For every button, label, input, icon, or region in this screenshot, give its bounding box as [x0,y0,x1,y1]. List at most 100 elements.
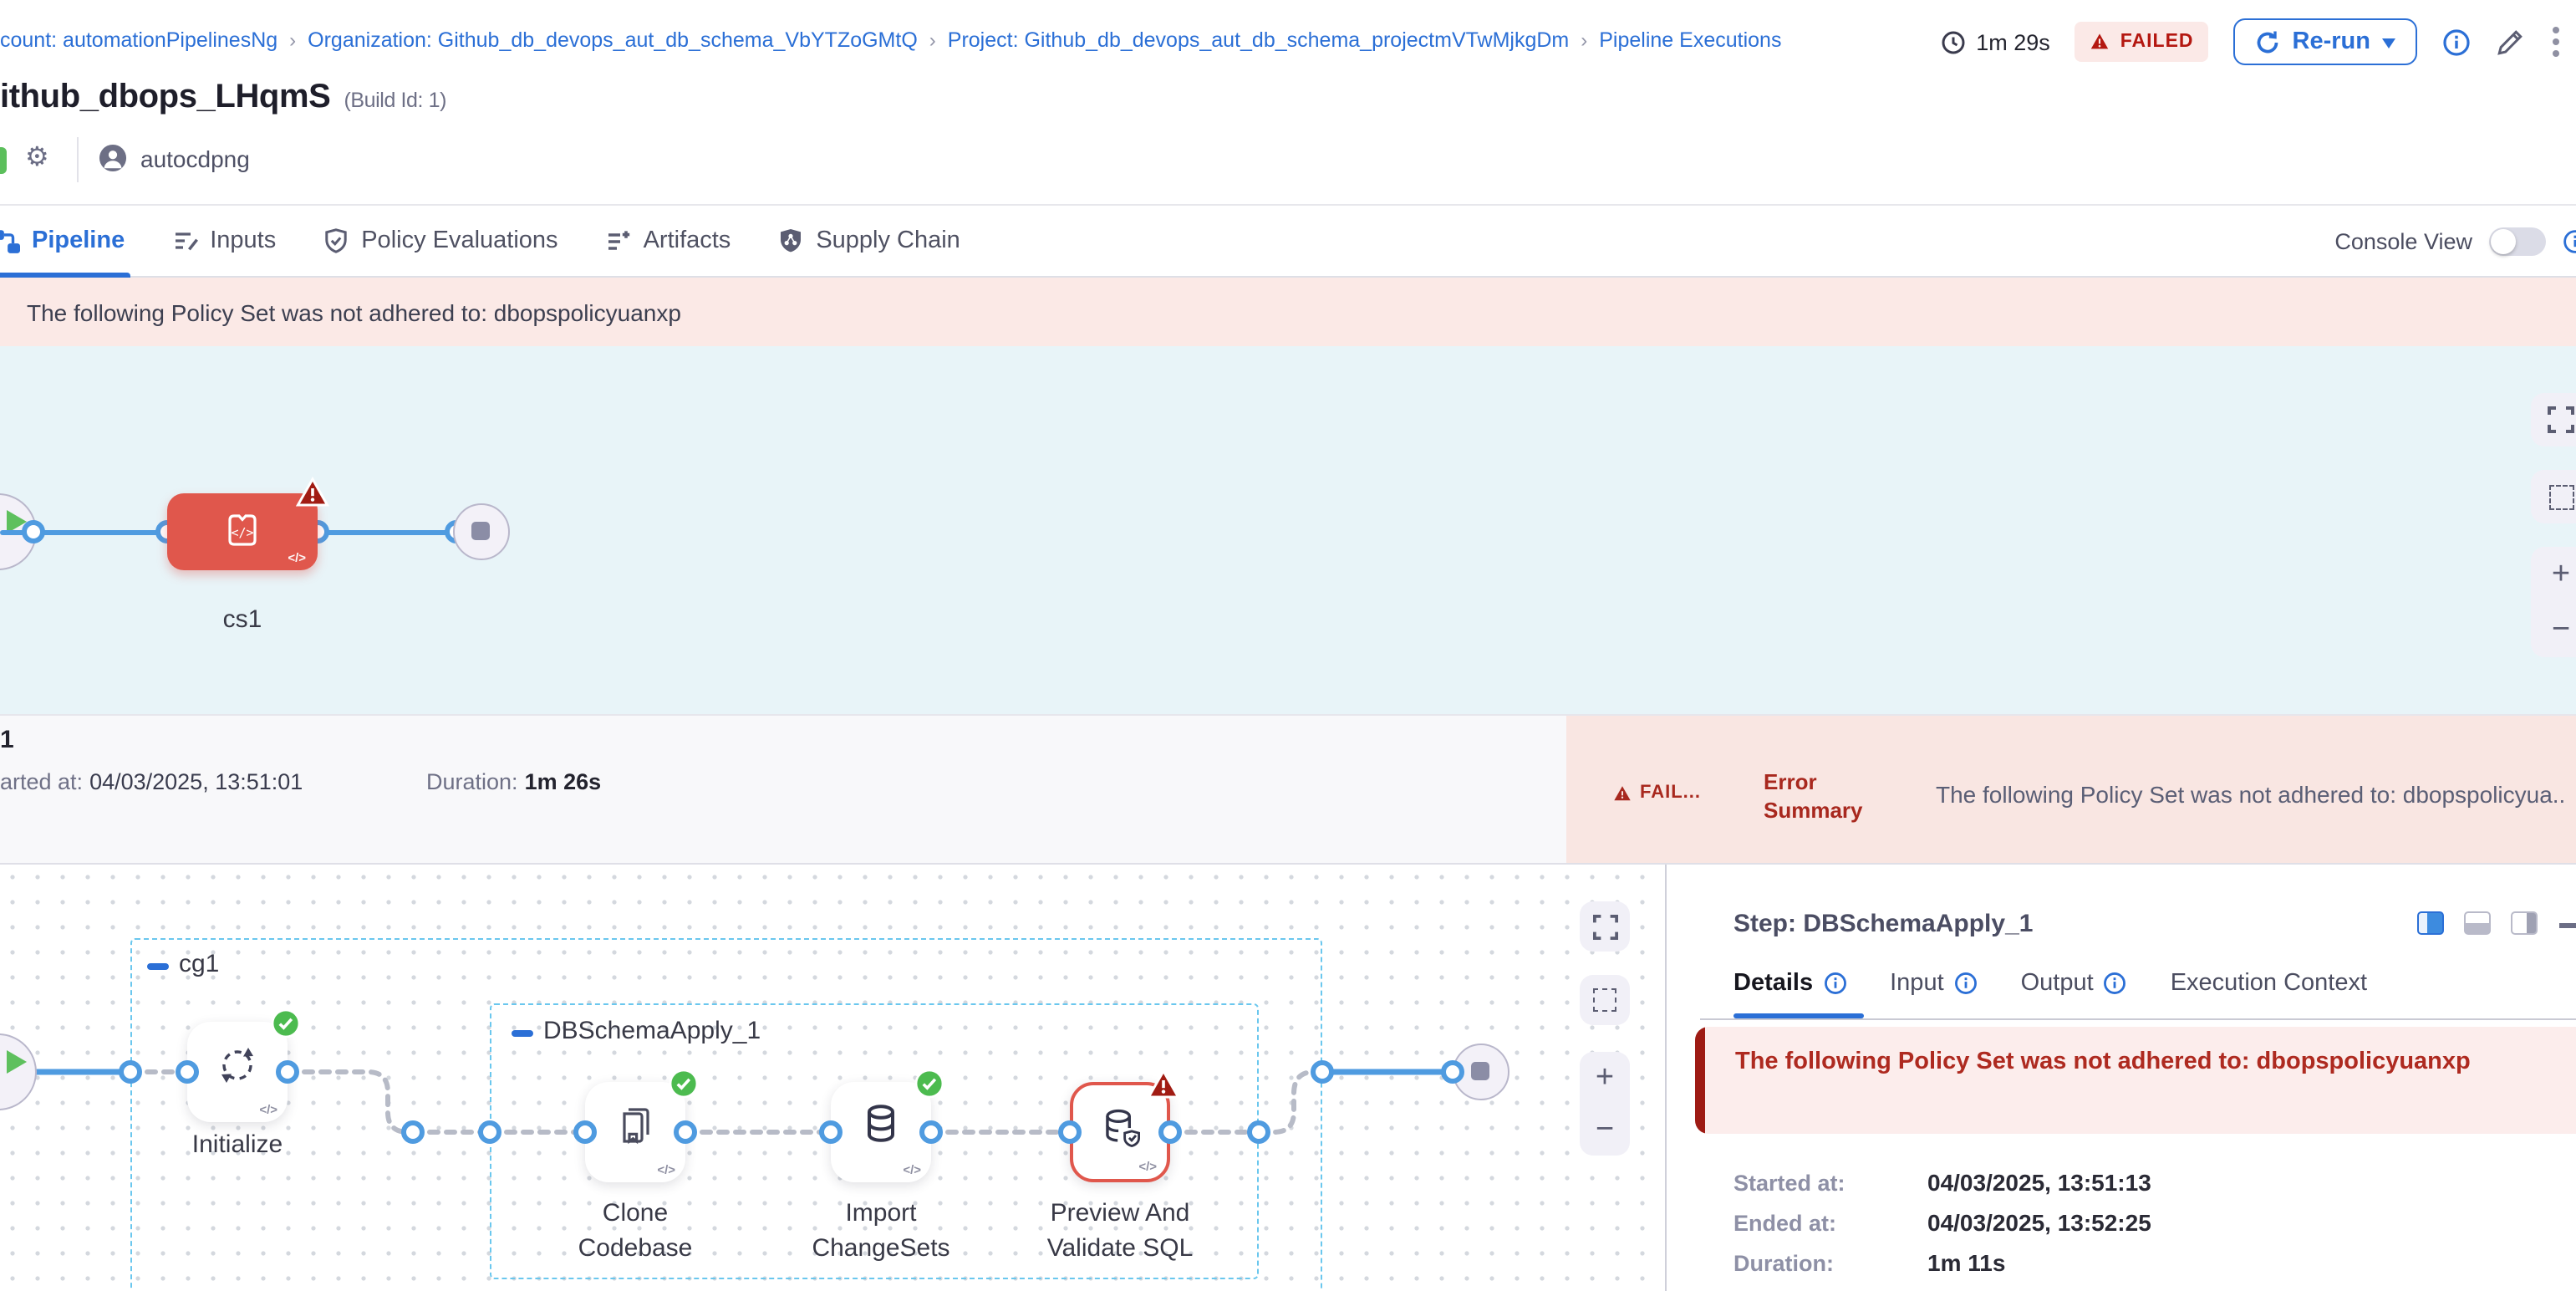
more-options-icon[interactable] [2549,23,2563,60]
stage-node-cs1[interactable]: </> </> [167,493,318,570]
tab-pipeline-label: Pipeline [32,227,125,254]
policy-violation-banner: The following Policy Set was not adhered… [0,278,2576,346]
fullscreen-button[interactable] [1580,901,1630,952]
console-view-control: Console View [2334,206,2576,276]
detail-label: Duration: [1733,1251,1834,1276]
detail-label: Ended at: [1733,1211,1836,1236]
initialize-icon [212,1040,262,1090]
collapse-icon[interactable] [512,1030,533,1037]
code-glyph: </> [657,1162,675,1177]
rerun-label: Re-run [2293,28,2370,55]
duration-value: 1m 26s [525,769,602,794]
minimize-icon[interactable] [2559,923,2576,927]
breadcrumb-project[interactable]: Project: Github_db_devops_aut_db_schema_… [948,28,1569,52]
breadcrumb-pipeline-executions[interactable]: Pipeline Executions [1599,28,1781,52]
elapsed-time: 1m 29s [1941,29,2050,54]
svg-text:</>: </> [231,525,253,540]
step-node-clone-codebase[interactable]: </> [585,1082,685,1182]
tab-execution-context[interactable]: Execution Context [2171,970,2367,997]
tab-bar: Pipeline Inputs Policy Evaluations [0,204,2576,278]
multi-select-button[interactable] [2531,470,2576,523]
zoom-out-button[interactable]: − [1596,1114,1614,1146]
info-icon[interactable] [2442,28,2471,56]
rerun-button[interactable]: Re-run [2234,18,2417,65]
info-icon[interactable] [1823,972,1846,995]
tab-supply-chain-label: Supply Chain [816,227,960,254]
connector-port [1158,1120,1182,1144]
tab-execution-context-label: Execution Context [2171,970,2367,997]
connector-port [22,520,45,543]
zoom-in-button[interactable]: + [1596,1062,1614,1094]
fullscreen-button[interactable] [2531,393,2576,446]
pipeline-execution-page: count: automationPipelinesNg › Organizat… [0,0,2576,1291]
step-panel-title: Step: DBSchemaApply_1 [1733,910,2033,938]
connector-port [573,1120,597,1144]
console-view-toggle[interactable] [2489,227,2546,255]
step-node-preview-validate-sql[interactable]: </> [1070,1082,1170,1182]
tab-pipeline[interactable]: Pipeline [0,206,130,276]
code-glyph: </> [259,1102,277,1117]
detail-value: 04/03/2025, 13:51:13 [1927,1169,2151,1196]
breadcrumb-account[interactable]: count: automationPipelinesNg [0,28,277,52]
step-node-import-changesets[interactable]: </> [831,1082,931,1182]
code-glyph: </> [1138,1159,1157,1174]
collapse-icon[interactable] [147,963,169,970]
tab-input[interactable]: Input [1890,970,1978,997]
step-group-cg1-label: cg1 [179,950,219,978]
stop-icon [1471,1062,1489,1080]
edit-pencil-icon[interactable] [2496,28,2524,56]
step-panel-tabs: Details Input Output Execution Context [1733,970,2367,997]
zoom-out-button[interactable]: − [2552,614,2570,646]
tab-output[interactable]: Output [2021,970,2127,997]
tab-supply-chain[interactable]: Supply Chain [772,206,965,276]
shield-check-icon [323,227,349,254]
tab-input-label: Input [1890,970,1944,997]
multi-select-button[interactable] [1580,975,1630,1025]
success-badge-icon [914,1069,944,1099]
connector-port [1058,1120,1082,1144]
stage-summary-bar: 1 arted at: 04/03/2025, 13:51:01 Duratio… [0,714,2576,865]
error-accent-bar [1695,1027,1705,1134]
step-label-import-changesets: ImportChangeSets [772,1196,990,1266]
status-text: FAILED [2120,32,2194,52]
info-icon[interactable] [1954,972,1978,995]
stage-label: cs1 [167,605,318,634]
layout-bottom-view-icon[interactable] [2464,911,2491,935]
step-label-clone-codebase: CloneCodebase [527,1196,744,1266]
artifacts-icon [605,227,632,254]
tab-artifacts[interactable]: Artifacts [600,206,736,276]
gear-icon[interactable]: ⚙ [25,142,49,176]
tab-details[interactable]: Details [1733,970,1846,997]
zoom-in-button[interactable]: + [2552,559,2570,590]
breadcrumb-organization[interactable]: Organization: Github_db_devops_aut_db_sc… [308,28,918,52]
inputs-icon [171,227,198,254]
stage-graph-canvas[interactable]: </> </> cs1 + − [0,346,2576,714]
connector-port [276,1060,299,1084]
execution-graph-canvas[interactable]: cg1 DBSchemaApply_1 </> Initialize [0,865,1665,1291]
fail-label: FAIL... [1640,783,1701,803]
success-badge-icon [271,1008,301,1038]
status-badge: FAILED [2075,22,2209,62]
trigger-user: autocdpng [140,145,250,172]
tab-inputs[interactable]: Inputs [166,206,281,276]
end-node [453,503,510,560]
failed-badge-icon [296,477,329,508]
info-icon[interactable] [2104,972,2127,995]
breadcrumb-separator: › [289,28,296,52]
start-node [0,1033,37,1110]
stop-icon [471,522,490,540]
duration: Duration: 1m 26s [426,769,601,794]
layout-right-view-icon[interactable] [2511,911,2538,935]
layout-split-view-icon[interactable] [2417,911,2444,935]
tab-policy-evaluations[interactable]: Policy Evaluations [318,206,563,276]
policy-banner-text: The following Policy Set was not adhered… [27,299,681,325]
info-icon[interactable] [2563,228,2576,253]
zoom-controls: + − [1580,1052,1630,1156]
step-node-initialize[interactable]: </> [187,1022,288,1122]
breadcrumb-separator: › [929,28,936,52]
success-badge-icon [669,1069,699,1099]
started-label: arted at: [0,769,83,794]
build-id: (Build Id: 1) [344,89,446,112]
tab-details-label: Details [1733,970,1813,997]
page-title: ithub_dbops_LHqmS(Build Id: 1) [0,79,446,117]
